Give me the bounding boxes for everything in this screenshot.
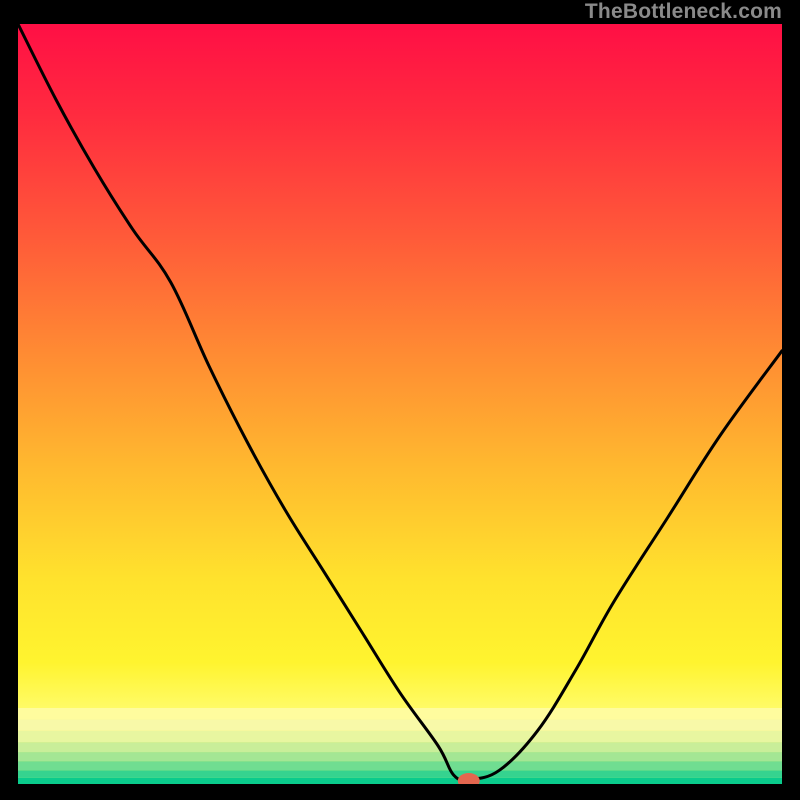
bottom-bands (18, 708, 782, 784)
chart-container: TheBottleneck.com (0, 0, 800, 800)
watermark-text: TheBottleneck.com (585, 0, 782, 24)
bottleneck-chart (18, 24, 782, 784)
gradient-background (18, 24, 782, 784)
